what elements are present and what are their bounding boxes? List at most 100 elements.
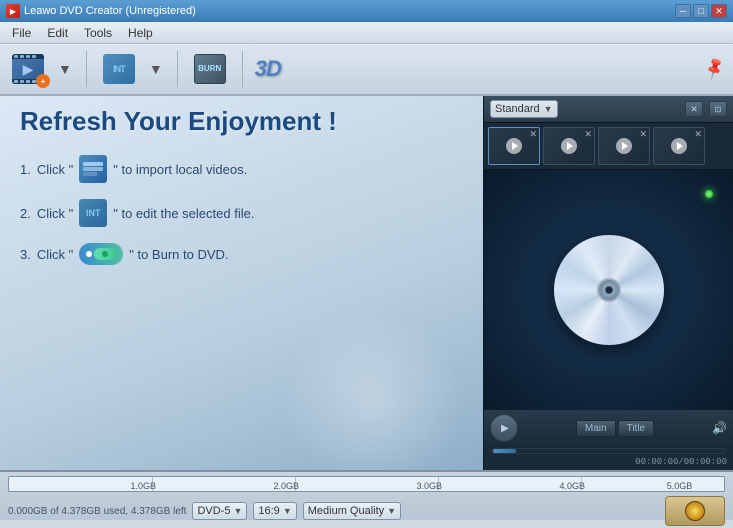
thumb-1-close[interactable]: ✕ — [529, 129, 537, 140]
instruction-1: 1. Click " " to import local videos. — [20, 155, 463, 183]
tab-title[interactable]: Title — [618, 420, 655, 437]
storage-bar-area: 1.0GB 2.0GB 3.0GB 4.0GB 5.0GB — [0, 472, 733, 494]
app-icon: ▶ — [6, 4, 20, 18]
aspect-label: 16:9 — [258, 505, 279, 517]
quality-select[interactable]: Medium Quality ▼ — [303, 502, 401, 520]
thumbs-row: ✕ ✕ ✕ ✕ — [484, 123, 733, 170]
progress-bar[interactable] — [492, 448, 725, 454]
thumb-2-close[interactable]: ✕ — [584, 129, 592, 140]
thumb-1-play — [506, 138, 522, 154]
menu-tools[interactable]: Tools — [76, 24, 120, 42]
instruction-2-suffix: " to edit the selected file. — [113, 206, 254, 221]
instruction-1-prefix: Click " — [37, 162, 73, 177]
edit-icon: INT — [103, 54, 135, 84]
menu-file[interactable]: File — [4, 24, 39, 42]
preview-quality-select[interactable]: Standard ▼ — [490, 100, 558, 118]
dvd-type-select[interactable]: DVD-5 ▼ — [192, 502, 247, 520]
aspect-select[interactable]: 16:9 ▼ — [253, 502, 296, 520]
main-area: Refresh Your Enjoyment ! 1. Click " " to… — [0, 96, 733, 470]
quality-label: Medium Quality — [308, 505, 384, 517]
aspect-arrow: ▼ — [283, 506, 292, 516]
edit-instr-icon: INT — [79, 199, 107, 227]
progress-fill — [493, 449, 516, 453]
dvd-type-arrow: ▼ — [233, 506, 242, 516]
quality-arrow: ▼ — [387, 506, 396, 516]
title-bar-controls: ─ □ ✕ — [675, 4, 727, 18]
tab-buttons: Main Title — [522, 420, 708, 437]
storage-bar: 1.0GB 2.0GB 3.0GB 4.0GB 5.0GB — [8, 476, 725, 492]
instruction-1-suffix: " to import local videos. — [113, 162, 247, 177]
dvd-disc — [554, 235, 664, 345]
storage-label-5: 5.0GB — [667, 481, 693, 491]
title-bar-left: ▶ Leawo DVD Creator (Unregistered) — [6, 4, 196, 18]
storage-label-2: 2.0GB — [274, 481, 300, 491]
toolbar-separator-3 — [242, 51, 243, 87]
play-button[interactable]: ▶ — [490, 414, 518, 442]
burn-instr-icon — [79, 243, 123, 265]
edit-button[interactable]: INT — [99, 52, 139, 86]
thumb-1[interactable]: ✕ — [488, 127, 540, 165]
instruction-3: 3. Click " " to Burn to DVD. — [20, 243, 463, 265]
title-bar-text: Leawo DVD Creator (Unregistered) — [24, 5, 196, 17]
add-video-instr-icon — [79, 155, 107, 183]
add-video-button[interactable]: ▶ + — [8, 52, 48, 86]
add-video-dropdown[interactable]: ▼ — [56, 61, 74, 77]
toolbar: ▶ + ▼ INT ▼ BURN 3D 📌 — [0, 44, 733, 96]
thumb-2-play — [561, 138, 577, 154]
three-d-button[interactable]: 3D — [255, 56, 281, 82]
time-display: 00:00:00/00:00:00 — [490, 457, 727, 469]
pin-icon[interactable]: 📌 — [701, 55, 728, 82]
instruction-3-number: 3. — [20, 247, 31, 262]
menu-edit[interactable]: Edit — [39, 24, 76, 42]
close-button[interactable]: ✕ — [711, 4, 727, 18]
storage-status-text: 0.000GB of 4.378GB used, 4.378GB left — [8, 506, 186, 517]
left-panel: Refresh Your Enjoyment ! 1. Click " " to… — [0, 96, 483, 470]
instruction-1-number: 1. — [20, 162, 31, 177]
storage-label-4: 4.0GB — [560, 481, 586, 491]
preview-select-arrow: ▼ — [544, 104, 553, 114]
thumb-2[interactable]: ✕ — [543, 127, 595, 165]
menu-help[interactable]: Help — [120, 24, 161, 42]
thumb-3-close[interactable]: ✕ — [639, 129, 647, 140]
instruction-2: 2. Click " INT " to edit the selected fi… — [20, 199, 463, 227]
toolbar-separator-1 — [86, 51, 87, 87]
bottom-bar: 1.0GB 2.0GB 3.0GB 4.0GB 5.0GB 0.000GB of… — [0, 470, 733, 520]
thumb-4[interactable]: ✕ — [653, 127, 705, 165]
right-panel: Standard ▼ ✕ ⊡ ✕ ✕ ✕ ✕ — [483, 96, 733, 470]
bottom-options: 0.000GB of 4.378GB used, 4.378GB left DV… — [0, 494, 733, 528]
burn-icon: BURN — [194, 54, 226, 84]
preview-viewport — [484, 170, 733, 410]
edit-dropdown[interactable]: ▼ — [147, 61, 165, 77]
preview-ctrl-x2[interactable]: ⊡ — [709, 101, 727, 117]
title-bar: ▶ Leawo DVD Creator (Unregistered) ─ □ ✕ — [0, 0, 733, 22]
preview-select-label: Standard — [495, 103, 540, 115]
thumb-4-play — [671, 138, 687, 154]
menu-bar: File Edit Tools Help — [0, 22, 733, 44]
add-badge: + — [36, 74, 50, 88]
burn-btn-icon — [685, 501, 705, 521]
storage-label-3: 3.0GB — [417, 481, 443, 491]
preview-ctrl-x1[interactable]: ✕ — [685, 101, 703, 117]
preview-glow — [705, 190, 713, 198]
hero-title: Refresh Your Enjoyment ! — [20, 106, 463, 137]
thumb-3-play — [616, 138, 632, 154]
instruction-3-prefix: Click " — [37, 247, 73, 262]
tab-main[interactable]: Main — [576, 420, 616, 437]
burn-button[interactable]: BURN — [190, 52, 230, 86]
thumb-4-close[interactable]: ✕ — [694, 129, 702, 140]
storage-label-1: 1.0GB — [131, 481, 157, 491]
burn-start-button[interactable] — [665, 496, 725, 526]
minimize-button[interactable]: ─ — [675, 4, 691, 18]
maximize-button[interactable]: □ — [693, 4, 709, 18]
instruction-3-suffix: " to Burn to DVD. — [129, 247, 228, 262]
dvd-hole — [605, 286, 613, 294]
instruction-2-number: 2. — [20, 206, 31, 221]
toolbar-separator-2 — [177, 51, 178, 87]
preview-controls: Standard ▼ ✕ ⊡ — [484, 96, 733, 123]
dvd-center — [597, 278, 621, 302]
instruction-2-prefix: Click " — [37, 206, 73, 221]
dvd-type-label: DVD-5 — [197, 505, 230, 517]
thumb-3[interactable]: ✕ — [598, 127, 650, 165]
volume-icon[interactable]: 🔊 — [712, 421, 727, 435]
playback-controls: ▶ Main Title 🔊 — [484, 410, 733, 446]
